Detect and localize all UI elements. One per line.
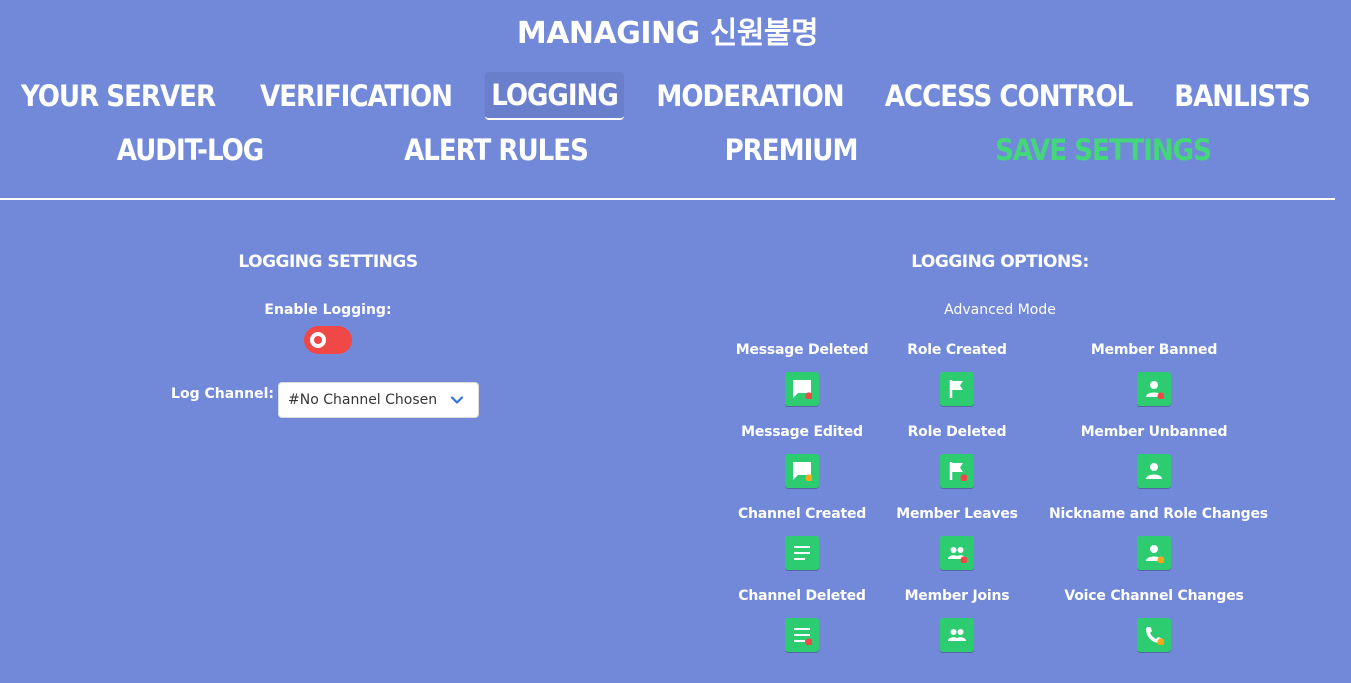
tab-your-server[interactable]: YOUR SERVER [14, 72, 222, 120]
member-icon [1146, 381, 1164, 399]
enable-logging-label: Enable Logging: [264, 302, 392, 318]
option-label: Nickname and Role Changes [1049, 506, 1268, 522]
tab-audit-log[interactable]: AUDIT-LOG [108, 126, 272, 174]
tab-alert-rules[interactable]: ALERT RULES [396, 126, 596, 174]
tab-verification[interactable]: VERIFICATION [253, 72, 459, 120]
option-label: Member Unbanned [1080, 424, 1228, 440]
nav-row-secondary: AUDIT-LOG ALERT RULES PREMIUM SAVE SETTI… [0, 126, 1335, 174]
nav-row-primary: YOUR SERVER VERIFICATION LOGGING MODERAT… [0, 72, 1335, 120]
option-nickname-and-role-changes: Nickname and Role Changes [1049, 504, 1268, 584]
tab-access-control[interactable]: ACCESS CONTROL [879, 72, 1138, 120]
log-channel-label: Log Channel: [171, 386, 274, 402]
phone-icon [1146, 627, 1164, 645]
members-icon [948, 629, 966, 641]
member-icon [1146, 463, 1162, 479]
option-toggle-voice-channel-changes[interactable] [1137, 618, 1171, 652]
members-icon [948, 547, 967, 563]
message-icon [793, 462, 812, 481]
option-member-joins: Member Joins [852, 586, 1062, 666]
tab-banlists[interactable]: BANLISTS [1169, 72, 1315, 120]
tab-moderation[interactable]: MODERATION [652, 72, 848, 120]
option-member-unbanned: Member Unbanned [1049, 422, 1259, 502]
option-label: Role Deleted [907, 424, 1007, 440]
save-settings-button[interactable]: SAVE SETTINGS [989, 126, 1217, 174]
option-toggle-member-banned[interactable] [1137, 372, 1171, 406]
list-icon [794, 628, 812, 645]
option-label: Member Joins [904, 588, 1010, 604]
option-toggle-channel-created[interactable] [785, 536, 819, 570]
option-member-leaves: Member Leaves [852, 504, 1062, 584]
message-icon [793, 380, 812, 399]
option-role-created: Role Created [852, 340, 1062, 420]
option-toggle-role-created[interactable] [940, 372, 974, 406]
header-divider [0, 198, 1335, 200]
chevron-down-icon [450, 396, 464, 404]
option-toggle-role-deleted[interactable] [940, 454, 974, 488]
option-label: Member Banned [1090, 342, 1218, 358]
logging-options-title: LOGGING OPTIONS: [911, 252, 1089, 272]
option-toggle-member-leaves[interactable] [940, 536, 974, 570]
list-icon [794, 546, 810, 560]
tab-logging[interactable]: LOGGING [485, 72, 624, 120]
enable-logging-toggle[interactable] [304, 326, 352, 354]
log-channel-select[interactable]: #No Channel Chosen [278, 382, 479, 418]
advanced-mode-label: Advanced Mode [944, 302, 1056, 318]
option-voice-channel-changes: Voice Channel Changes [1049, 586, 1259, 666]
log-channel-value: #No Channel Chosen [288, 392, 438, 408]
tab-premium[interactable]: PREMIUM [720, 126, 862, 174]
option-toggle-message-deleted[interactable] [785, 372, 819, 406]
option-member-banned: Member Banned [1049, 340, 1259, 420]
toggle-knob [310, 332, 326, 348]
logging-settings-title: LOGGING SETTINGS [238, 252, 418, 272]
option-toggle-message-edited[interactable] [785, 454, 819, 488]
member-icon [1146, 545, 1164, 563]
option-toggle-member-unbanned[interactable] [1137, 454, 1171, 488]
option-toggle-channel-deleted[interactable] [785, 618, 819, 652]
option-label: Voice Channel Changes [1064, 588, 1244, 604]
flag-icon [949, 380, 963, 398]
page-title: MANAGING 신원불명 [516, 16, 819, 51]
option-role-deleted: Role Deleted [852, 422, 1062, 502]
option-label: Member Leaves [896, 506, 1018, 522]
flag-icon [949, 462, 967, 481]
option-toggle-member-joins[interactable] [940, 618, 974, 652]
option-label: Role Created [907, 342, 1007, 358]
option-toggle-nickname-and-role-changes[interactable] [1137, 536, 1171, 570]
